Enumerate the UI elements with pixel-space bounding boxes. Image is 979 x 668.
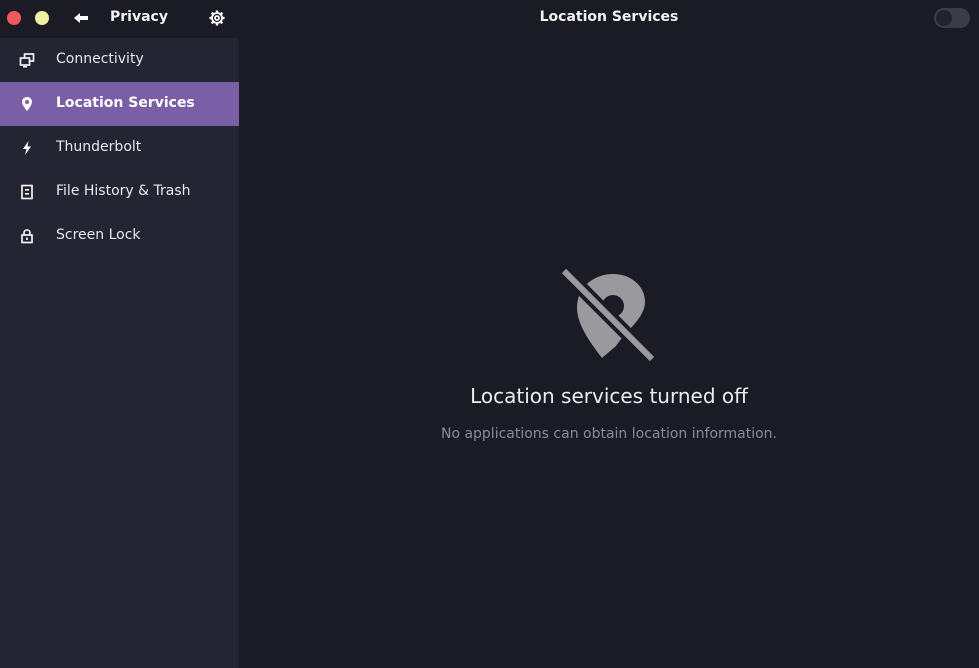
lightning-icon: [23, 141, 31, 155]
sidebar-title: Privacy: [110, 9, 168, 25]
sidebar-item-file-history[interactable]: File History & Trash: [0, 170, 239, 214]
connectivity-icon: [19, 53, 35, 68]
window-close-button[interactable]: [7, 11, 21, 25]
page-title: Location Services: [539, 9, 679, 25]
sidebar-item-label: Connectivity: [56, 51, 144, 67]
sidebar-item-screen-lock[interactable]: Screen Lock: [0, 214, 239, 258]
file-history-icon: [21, 184, 33, 200]
location-services-toggle[interactable]: [934, 8, 970, 28]
back-button[interactable]: [71, 8, 91, 28]
sidebar-item-connectivity[interactable]: Connectivity: [0, 38, 239, 82]
sidebar-item-label: Location Services: [56, 95, 195, 111]
lock-icon: [21, 229, 33, 244]
empty-state-title: Location services turned off: [470, 384, 748, 408]
sidebar-nav: Connectivity Location Services Thunderbo…: [0, 38, 239, 258]
main-panel: Location Services Location services turn…: [239, 0, 979, 668]
location-disabled-icon: [561, 268, 655, 362]
sidebar: Privacy Connectivity Location Services T…: [0, 0, 239, 668]
sidebar-item-label: Thunderbolt: [56, 139, 142, 155]
sidebar-item-label: Screen Lock: [56, 227, 141, 243]
empty-state-subtitle: No applications can obtain location info…: [440, 426, 778, 442]
gear-icon: [209, 10, 225, 26]
sidebar-item-label: File History & Trash: [56, 183, 191, 199]
settings-button[interactable]: [207, 8, 227, 28]
location-pin-icon: [22, 97, 32, 111]
toggle-knob: [936, 10, 952, 26]
sidebar-item-thunderbolt[interactable]: Thunderbolt: [0, 126, 239, 170]
sidebar-item-location-services[interactable]: Location Services: [0, 82, 239, 126]
settings-window: Privacy Connectivity Location Services T…: [0, 0, 979, 668]
arrow-left-icon: [74, 13, 88, 23]
sidebar-header: Privacy: [0, 0, 239, 38]
window-minimize-button[interactable]: [35, 11, 49, 25]
